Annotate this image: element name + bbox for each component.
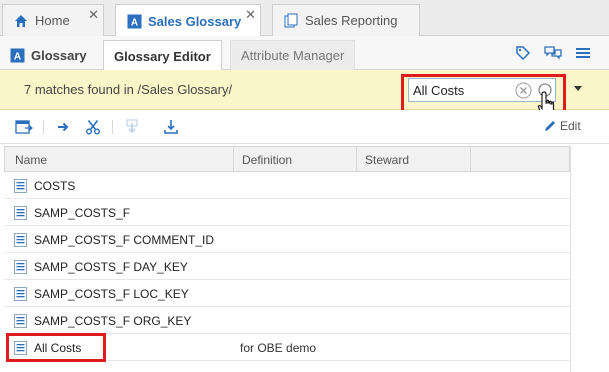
comments-icon[interactable] xyxy=(544,45,562,61)
home-icon xyxy=(13,13,29,29)
tab-glossary-editor-label: Glossary Editor xyxy=(114,48,211,64)
table-row[interactable]: SAMP_COSTS_F DAY_KEY xyxy=(4,253,570,280)
close-icon[interactable]: ✕ xyxy=(88,7,99,23)
tab-attribute-manager-label: Attribute Manager xyxy=(241,48,345,63)
tab-sales-glossary[interactable]: A Sales Glossary ✕ xyxy=(115,4,261,37)
tab-sales-reporting[interactable]: Sales Reporting xyxy=(272,4,420,36)
new-term-icon[interactable] xyxy=(15,118,33,136)
term-icon xyxy=(14,314,27,328)
term-definition: for OBE demo xyxy=(240,341,317,355)
close-icon[interactable]: ✕ xyxy=(245,7,256,23)
term-icon xyxy=(14,287,27,301)
table-row[interactable]: SAMP_COSTS_F xyxy=(4,199,570,226)
column-header-name[interactable]: Name xyxy=(15,153,47,167)
import-icon xyxy=(123,118,141,136)
term-name[interactable]: COSTS xyxy=(34,179,75,193)
column-divider xyxy=(470,147,471,172)
table-row[interactable]: SAMP_COSTS_F LOC_KEY xyxy=(4,280,570,307)
term-icon xyxy=(14,206,27,220)
column-header-definition[interactable]: Definition xyxy=(242,153,292,167)
pencil-icon xyxy=(543,119,557,133)
term-icon xyxy=(14,260,27,274)
chevron-down-icon[interactable] xyxy=(574,86,582,91)
edit-label: Edit xyxy=(560,119,581,133)
editor-tab-bar: A Glossary Glossary Editor Attribute Man… xyxy=(0,36,609,71)
menu-icon[interactable] xyxy=(574,45,592,61)
table-row[interactable]: COSTS xyxy=(4,172,570,199)
tab-glossary-label: Glossary xyxy=(31,47,87,63)
column-divider xyxy=(356,147,357,172)
edit-button[interactable]: Edit xyxy=(543,119,581,133)
glossary-icon: A xyxy=(126,13,142,29)
column-divider xyxy=(233,147,234,172)
search-status: 7 matches found in /Sales Glossary/ xyxy=(24,82,233,97)
column-header-steward[interactable]: Steward xyxy=(365,153,409,167)
table-row[interactable]: SAMP_COSTS_F COMMENT_ID xyxy=(4,226,570,253)
table-row[interactable]: SAMP_COSTS_F ORG_KEY xyxy=(4,307,570,334)
editor-toolbar: Edit xyxy=(0,110,609,144)
term-name[interactable]: SAMP_COSTS_F xyxy=(34,206,130,220)
glossary-table: Name Definition Steward COSTS SAMP_COSTS_… xyxy=(4,146,570,361)
document-icon xyxy=(283,13,299,29)
toolbar-divider xyxy=(112,120,113,134)
tab-glossary[interactable]: A Glossary xyxy=(0,40,97,70)
move-icon[interactable] xyxy=(54,118,72,136)
tab-glossary-editor[interactable]: Glossary Editor xyxy=(103,40,222,71)
term-name[interactable]: SAMP_COSTS_F DAY_KEY xyxy=(34,260,188,274)
svg-text:A: A xyxy=(130,17,137,28)
term-name[interactable]: SAMP_COSTS_F ORG_KEY xyxy=(34,314,191,328)
table-right-border xyxy=(570,146,571,372)
table-header: Name Definition Steward xyxy=(4,146,570,172)
term-name[interactable]: SAMP_COSTS_F LOC_KEY xyxy=(34,287,189,301)
toolbar-divider xyxy=(43,120,44,134)
tab-attribute-manager[interactable]: Attribute Manager xyxy=(230,40,356,70)
tab-sales-glossary-label: Sales Glossary xyxy=(148,13,242,29)
glossary-icon: A xyxy=(10,48,25,63)
cut-icon[interactable] xyxy=(84,118,102,136)
tab-home[interactable]: Home ✕ xyxy=(2,4,104,36)
term-icon xyxy=(14,179,27,193)
term-name[interactable]: SAMP_COSTS_F COMMENT_ID xyxy=(34,233,214,247)
top-tab-strip: Home ✕ A Sales Glossary ✕ Sales Reportin… xyxy=(0,0,609,37)
result-highlight-box xyxy=(6,333,106,362)
tab-sales-reporting-label: Sales Reporting xyxy=(305,13,398,28)
svg-text:A: A xyxy=(14,51,21,62)
tag-icon[interactable] xyxy=(514,45,532,61)
tab-home-label: Home xyxy=(35,13,70,28)
export-icon[interactable] xyxy=(162,118,180,136)
term-icon xyxy=(14,233,27,247)
